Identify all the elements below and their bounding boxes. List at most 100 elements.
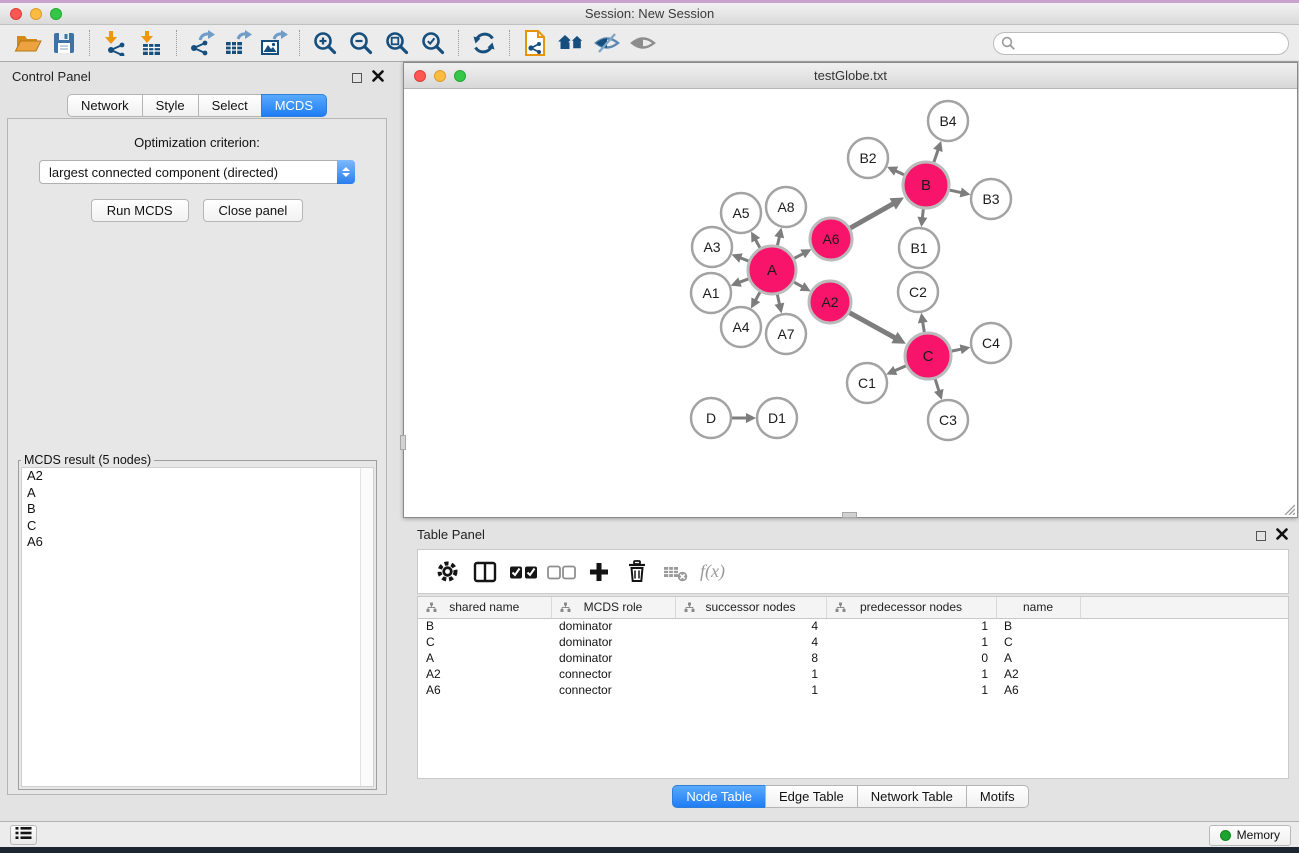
graph-edge-A-A6[interactable]	[794, 253, 803, 258]
network-canvas[interactable]: B4 B2 B B3 A5A8A6 A3 B1 A A1 C2 A2 A4A7 C4 C C1 D D1 C3	[405, 90, 1296, 516]
graph-node-A[interactable]: A	[748, 246, 796, 294]
graph-edge-A-A5[interactable]	[755, 239, 760, 248]
run-mcds-button[interactable]: Run MCDS	[91, 199, 189, 222]
graph-node-A3[interactable]: A3	[692, 227, 732, 267]
show-columns-icon[interactable]	[466, 555, 504, 589]
graph-node-C2[interactable]: C2	[898, 272, 938, 312]
memory-button[interactable]: Memory	[1209, 825, 1291, 846]
mcds-result-list[interactable]: A2ABCA6	[21, 467, 374, 787]
close-table-panel-icon[interactable]	[1276, 527, 1288, 545]
tab-style[interactable]: Style	[142, 94, 199, 117]
graph-edge-A2-C[interactable]	[849, 313, 895, 339]
deselect-all-columns-icon[interactable]	[542, 555, 580, 589]
graph-edge-C-C1[interactable]	[894, 366, 906, 371]
column-header-predecessor-nodes[interactable]: predecessor nodes	[826, 597, 996, 618]
network-window-titlebar[interactable]: testGlobe.txt	[404, 63, 1297, 89]
select-all-columns-icon[interactable]	[504, 555, 542, 589]
result-list-scrollbar[interactable]	[360, 468, 373, 786]
graph-node-A4[interactable]: A4	[721, 307, 761, 347]
graph-node-A7[interactable]: A7	[766, 314, 806, 354]
column-header-successor-nodes[interactable]: successor nodes	[675, 597, 826, 618]
graph-node-B4[interactable]: B4	[928, 101, 968, 141]
table-tab-network-table[interactable]: Network Table	[857, 785, 967, 808]
hide-panels-eye-icon[interactable]	[589, 28, 625, 58]
tab-select[interactable]: Select	[198, 94, 262, 117]
graph-node-B3[interactable]: B3	[971, 179, 1011, 219]
export-table-icon[interactable]	[220, 28, 256, 58]
tab-mcds[interactable]: MCDS	[261, 94, 327, 117]
graph-edge-A-A1[interactable]	[739, 279, 749, 283]
graph-edge-A-A4[interactable]	[755, 292, 760, 301]
zoom-in-icon[interactable]	[307, 28, 343, 58]
save-session-icon[interactable]	[46, 28, 82, 58]
graph-node-D[interactable]: D	[691, 398, 731, 438]
table-row[interactable]: A2connector11A2	[418, 666, 1288, 682]
graph-edge-A-A2[interactable]	[794, 282, 803, 287]
mcds-result-item[interactable]: A2	[22, 468, 373, 485]
graph-node-A5[interactable]: A5	[721, 193, 761, 233]
graph-node-B[interactable]: B	[903, 162, 949, 208]
table-tab-motifs[interactable]: Motifs	[966, 785, 1029, 808]
graph-edge-A-A8[interactable]	[777, 236, 779, 245]
show-panels-eye-icon[interactable]	[625, 28, 661, 58]
table-tab-node-table[interactable]: Node Table	[672, 785, 766, 808]
float-table-panel-icon[interactable]	[1256, 531, 1266, 541]
graph-node-A1[interactable]: A1	[691, 273, 731, 313]
search-input[interactable]	[993, 32, 1289, 55]
column-header-shared-name[interactable]: shared name	[418, 597, 551, 618]
table-row[interactable]: Cdominator41C	[418, 634, 1288, 650]
graph-node-A6[interactable]: A6	[810, 218, 852, 260]
import-table-icon[interactable]	[133, 28, 169, 58]
graph-node-B1[interactable]: B1	[899, 228, 939, 268]
optimization-criterion-select[interactable]: largest connected component (directed)	[39, 160, 355, 184]
new-session-icon[interactable]	[517, 28, 553, 58]
delete-column-trash-icon[interactable]	[618, 555, 656, 589]
import-network-icon[interactable]	[97, 28, 133, 58]
column-header-MCDS-role[interactable]: MCDS role	[551, 597, 675, 618]
graph-edge-A6-B[interactable]	[850, 203, 894, 228]
column-header-name[interactable]: name	[996, 597, 1080, 618]
table-tab-edge-table[interactable]: Edge Table	[765, 785, 858, 808]
graph-node-D1[interactable]: D1	[757, 398, 797, 438]
float-panel-icon[interactable]	[352, 73, 362, 83]
horizontal-splitter-handle[interactable]	[842, 512, 857, 518]
graph-edge-C-C2[interactable]	[923, 322, 925, 333]
graph-node-C[interactable]: C	[905, 333, 951, 379]
graph-edge-B-B3[interactable]	[949, 190, 961, 193]
resize-grip-icon[interactable]	[1282, 502, 1295, 515]
zoom-out-icon[interactable]	[343, 28, 379, 58]
export-image-icon[interactable]	[256, 28, 292, 58]
graph-node-C1[interactable]: C1	[847, 363, 887, 403]
home-icon[interactable]	[553, 28, 589, 58]
export-network-icon[interactable]	[184, 28, 220, 58]
graph-node-C3[interactable]: C3	[928, 400, 968, 440]
zoom-fit-icon[interactable]	[379, 28, 415, 58]
graph-edge-B-B2[interactable]	[895, 171, 904, 175]
mcds-result-item[interactable]: C	[22, 518, 373, 535]
graph-node-A2[interactable]: A2	[809, 281, 851, 323]
graph-node-A8[interactable]: A8	[766, 187, 806, 227]
refresh-icon[interactable]	[466, 28, 502, 58]
mcds-result-item[interactable]: A6	[22, 534, 373, 551]
task-history-button[interactable]	[10, 825, 37, 845]
zoom-selected-icon[interactable]	[415, 28, 451, 58]
graph-edge-C-C4[interactable]	[952, 349, 962, 351]
mcds-result-item[interactable]: A	[22, 485, 373, 502]
table-row[interactable]: Bdominator41B	[418, 618, 1288, 634]
table-settings-gear-icon[interactable]	[428, 555, 466, 589]
graph-edge-A-A7[interactable]	[777, 294, 779, 304]
vertical-splitter-handle[interactable]	[400, 435, 406, 450]
graph-node-B2[interactable]: B2	[848, 138, 888, 178]
create-column-plus-icon[interactable]	[580, 555, 618, 589]
graph-node-C4[interactable]: C4	[971, 323, 1011, 363]
close-panel-button[interactable]: Close panel	[203, 199, 304, 222]
close-panel-icon[interactable]	[372, 69, 384, 87]
graph-edge-C-C3[interactable]	[935, 379, 939, 391]
mcds-result-item[interactable]: B	[22, 501, 373, 518]
graph-edge-A-A3[interactable]	[740, 258, 749, 261]
tab-network[interactable]: Network	[67, 94, 143, 117]
delete-table-icon[interactable]	[656, 555, 694, 589]
graph-edge-B-B4[interactable]	[934, 149, 938, 162]
graph-edge-B-B1[interactable]	[922, 209, 923, 218]
open-file-icon[interactable]	[10, 28, 46, 58]
